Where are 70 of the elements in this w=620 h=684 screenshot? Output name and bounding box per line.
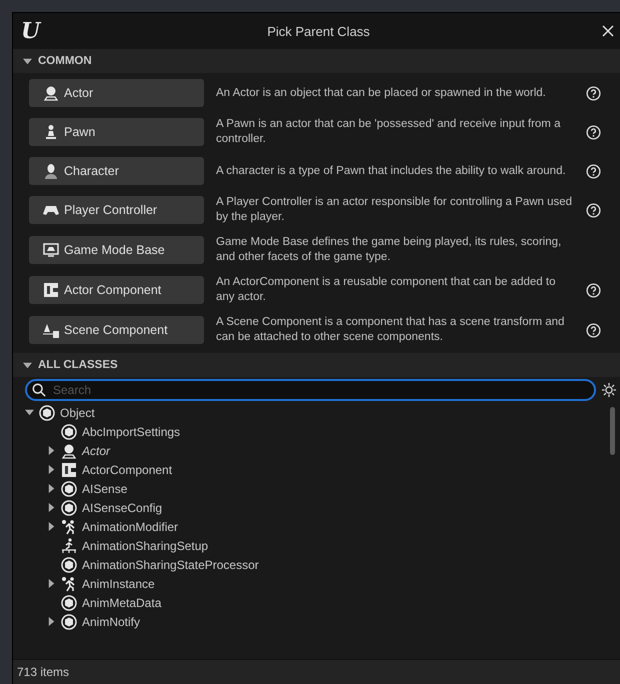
tree-item[interactable]: ActorComponent	[82, 462, 172, 476]
search-icon	[32, 383, 46, 397]
expand-arrow-icon[interactable]	[47, 522, 56, 531]
item-count: 713 items	[17, 665, 70, 679]
component-icon	[61, 462, 77, 478]
class-button[interactable]: Scene Component	[29, 316, 204, 344]
expand-arrow-icon[interactable]	[25, 408, 34, 417]
help-icon[interactable]	[586, 164, 601, 178]
tree-item[interactable]: AnimationSharingStateProcessor	[82, 558, 259, 572]
class-button[interactable]: Actor	[29, 79, 204, 107]
settings-icon[interactable]	[602, 383, 616, 397]
tree-item[interactable]: AnimationModifier	[82, 520, 178, 534]
class-description: A character is a type of Pawn that includes the ability to walk around.	[216, 164, 567, 178]
class-description: An ActorComponent is a reusable component that can be added to any actor.	[216, 275, 556, 305]
class-button[interactable]: Actor Component	[29, 276, 204, 304]
section-header[interactable]: COMMON	[13, 49, 620, 73]
cube-icon	[39, 404, 55, 420]
tree-item[interactable]: AbcImportSettings	[82, 424, 180, 438]
caret-icon	[23, 360, 32, 370]
help-icon[interactable]	[586, 86, 601, 100]
expand-arrow-icon[interactable]	[47, 503, 56, 512]
tree-item[interactable]: AnimationSharingSetup	[82, 538, 208, 552]
class-button[interactable]: Game Mode Base	[29, 236, 204, 264]
help-icon[interactable]	[586, 202, 601, 218]
help-icon[interactable]	[586, 124, 601, 140]
class-description: A Scene Component is a component that has a scene transform and can be attached to other scene components.	[216, 315, 566, 345]
tree-item[interactable]: AnimNotify	[82, 614, 140, 628]
monitor-icon	[43, 242, 59, 258]
class-button[interactable]: Player Controller	[29, 196, 204, 224]
class-description: Game Mode Base defines the game being played, its rules, scoring, and other facets of the game type.	[216, 235, 562, 265]
caret-icon	[23, 56, 32, 66]
help-icon[interactable]	[586, 282, 601, 298]
sphere-icon	[43, 85, 59, 101]
cube-icon	[61, 424, 77, 440]
expand-arrow-icon[interactable]	[47, 484, 56, 493]
cube-icon	[61, 500, 77, 516]
cube-icon	[61, 480, 77, 496]
class-description: An Actor is an object that can be placed or spawned in the world.	[216, 86, 547, 100]
person-icon	[43, 163, 59, 179]
tree-item[interactable]: AISense	[82, 482, 128, 496]
class-button[interactable]: Character	[29, 157, 204, 185]
figure-hierarchy-icon	[61, 538, 77, 554]
scene-component-icon	[43, 322, 59, 338]
tree-item[interactable]: AISenseConfig	[82, 500, 162, 514]
section-header[interactable]: ALL CLASSES	[13, 353, 620, 377]
tree-item[interactable]: AnimInstance	[82, 576, 155, 590]
sphere-icon	[61, 442, 77, 458]
logo: U	[21, 20, 40, 42]
search-field[interactable]: Search	[25, 379, 596, 401]
expand-arrow-icon[interactable]	[47, 446, 56, 455]
running-figure-icon	[61, 576, 77, 592]
pawn-icon	[43, 124, 59, 140]
tree-item[interactable]: Actor	[82, 444, 110, 458]
component-icon	[43, 282, 59, 298]
help-icon[interactable]	[586, 322, 601, 338]
tree-item[interactable]: AnimMetaData	[82, 596, 162, 610]
cube-icon	[61, 614, 77, 630]
class-description: A Pawn is an actor that can be 'possessed' and receive input from a controller.	[216, 117, 562, 147]
expand-arrow-icon[interactable]	[47, 465, 56, 474]
cube-icon	[61, 556, 77, 572]
class-description: A Player Controller is an actor responsible for controlling a Pawn used by the player.	[216, 195, 574, 225]
window-title: Pick Parent Class	[267, 24, 370, 38]
expand-arrow-icon[interactable]	[47, 579, 56, 588]
scrollbar-thumb[interactable]	[610, 407, 615, 455]
class-button[interactable]: Pawn	[29, 118, 204, 146]
tree-item[interactable]: Object	[60, 406, 95, 420]
cube-icon	[61, 594, 77, 610]
expand-arrow-icon[interactable]	[47, 617, 56, 626]
running-figure-icon	[61, 518, 77, 534]
close-button[interactable]	[600, 23, 616, 39]
